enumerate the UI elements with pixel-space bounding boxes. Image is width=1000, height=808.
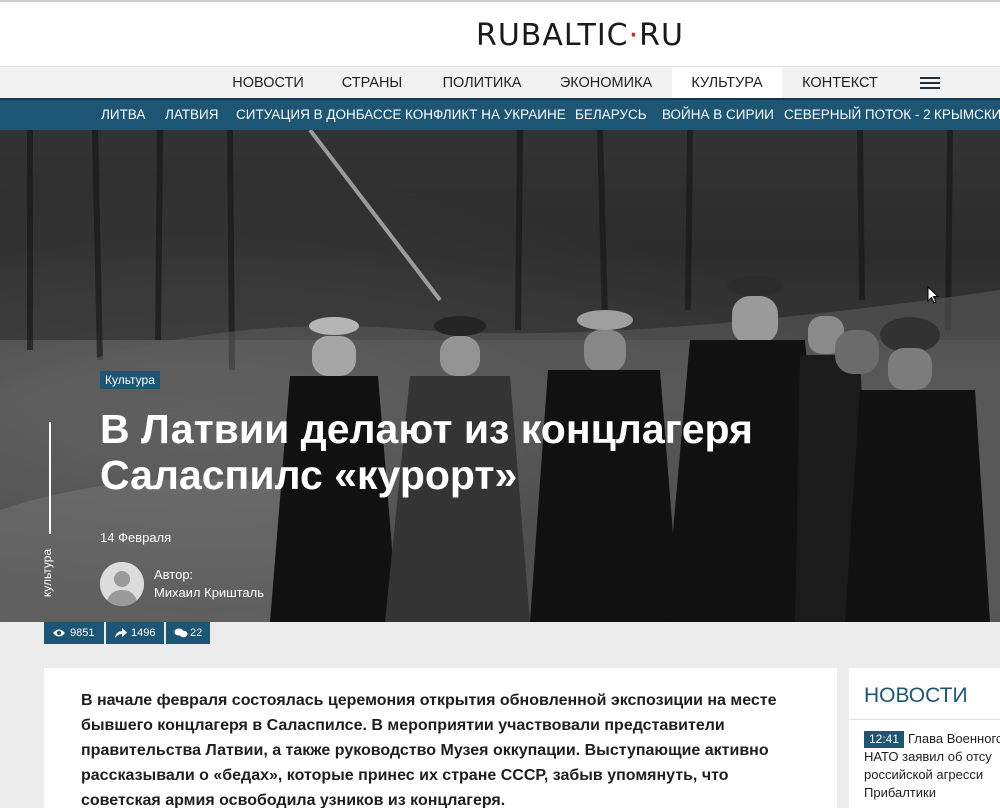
- subnav-item-belarus[interactable]: БЕЛАРУСЬ: [575, 100, 647, 130]
- article-date: 14 Февраля: [100, 530, 172, 545]
- sub-nav: ЛИТВА ЛАТВИЯ СИТУАЦИЯ В ДОНБАССЕ КОНФЛИК…: [0, 98, 1000, 130]
- site-header: RUBALTIC·RU: [0, 0, 1000, 66]
- subnav-item-syria[interactable]: ВОЙНА В СИРИИ: [662, 100, 774, 130]
- logo-main: RUBALTIC: [476, 18, 629, 53]
- nav-item-politika[interactable]: ПОЛИТИКА: [430, 67, 534, 99]
- main-nav: НОВОСТИ СТРАНЫ ПОЛИТИКА ЭКОНОМИКА КУЛЬТУ…: [0, 66, 1000, 99]
- nav-item-kontekst[interactable]: КОНТЕКСТ: [792, 67, 888, 99]
- sidebar-divider: [849, 719, 1000, 720]
- logo-tld: RU: [639, 18, 684, 53]
- shares-stat[interactable]: 1496: [106, 622, 164, 644]
- menu-icon[interactable]: [920, 77, 940, 90]
- comments-stat[interactable]: 22: [166, 622, 210, 644]
- article-body: В начале февраля состоялась церемония от…: [44, 668, 837, 808]
- subnav-item-donbass[interactable]: СИТУАЦИЯ В ДОНБАССЕ: [236, 100, 402, 130]
- subnav-item-ukraine[interactable]: КОНФЛИКТ НА УКРАИНЕ: [405, 100, 566, 130]
- category-badge[interactable]: Культура: [100, 371, 160, 389]
- nav-item-strany[interactable]: СТРАНЫ: [330, 67, 414, 99]
- news-item-time: 12:41: [864, 731, 905, 748]
- share-icon: [115, 628, 127, 638]
- nav-item-ekonomika[interactable]: ЭКОНОМИКА: [548, 67, 664, 99]
- comment-icon: [174, 628, 188, 638]
- user-avatar-icon: [100, 562, 144, 606]
- author-label: Автор:: [154, 567, 194, 582]
- subnav-item-nord-stream[interactable]: СЕВЕРНЫЙ ПОТОК - 2: [784, 100, 931, 130]
- site-logo[interactable]: RUBALTIC·RU: [476, 18, 684, 53]
- eye-icon: [53, 629, 65, 637]
- side-divider: [49, 422, 51, 534]
- author-name[interactable]: Михаил Кришталь: [154, 585, 264, 600]
- nav-item-novosti[interactable]: НОВОСТИ: [222, 67, 314, 99]
- shares-count: 1496: [131, 627, 156, 639]
- article-title: В Латвии делают из концлагеря Саласпилс …: [100, 406, 753, 498]
- nav-item-kultura[interactable]: КУЛЬТУРА: [672, 67, 782, 99]
- news-sidebar: НОВОСТИ Глава Военного НАТО заявил об от…: [849, 668, 1000, 808]
- subnav-item-litva[interactable]: ЛИТВА: [101, 100, 145, 130]
- subnav-item-crimea[interactable]: КРЫМСКИЙ: [934, 100, 1000, 130]
- logo-dot: ·: [628, 18, 640, 53]
- sidebar-title: НОВОСТИ: [864, 684, 968, 707]
- views-stat: 9851: [44, 622, 104, 644]
- views-count: 9851: [70, 627, 95, 639]
- comments-count: 22: [190, 627, 203, 639]
- subnav-item-latvia[interactable]: ЛАТВИЯ: [165, 100, 219, 130]
- side-category[interactable]: культура: [33, 548, 67, 602]
- article-lead: В начале февраля состоялась церемония от…: [81, 692, 777, 808]
- author-avatar[interactable]: [100, 562, 144, 606]
